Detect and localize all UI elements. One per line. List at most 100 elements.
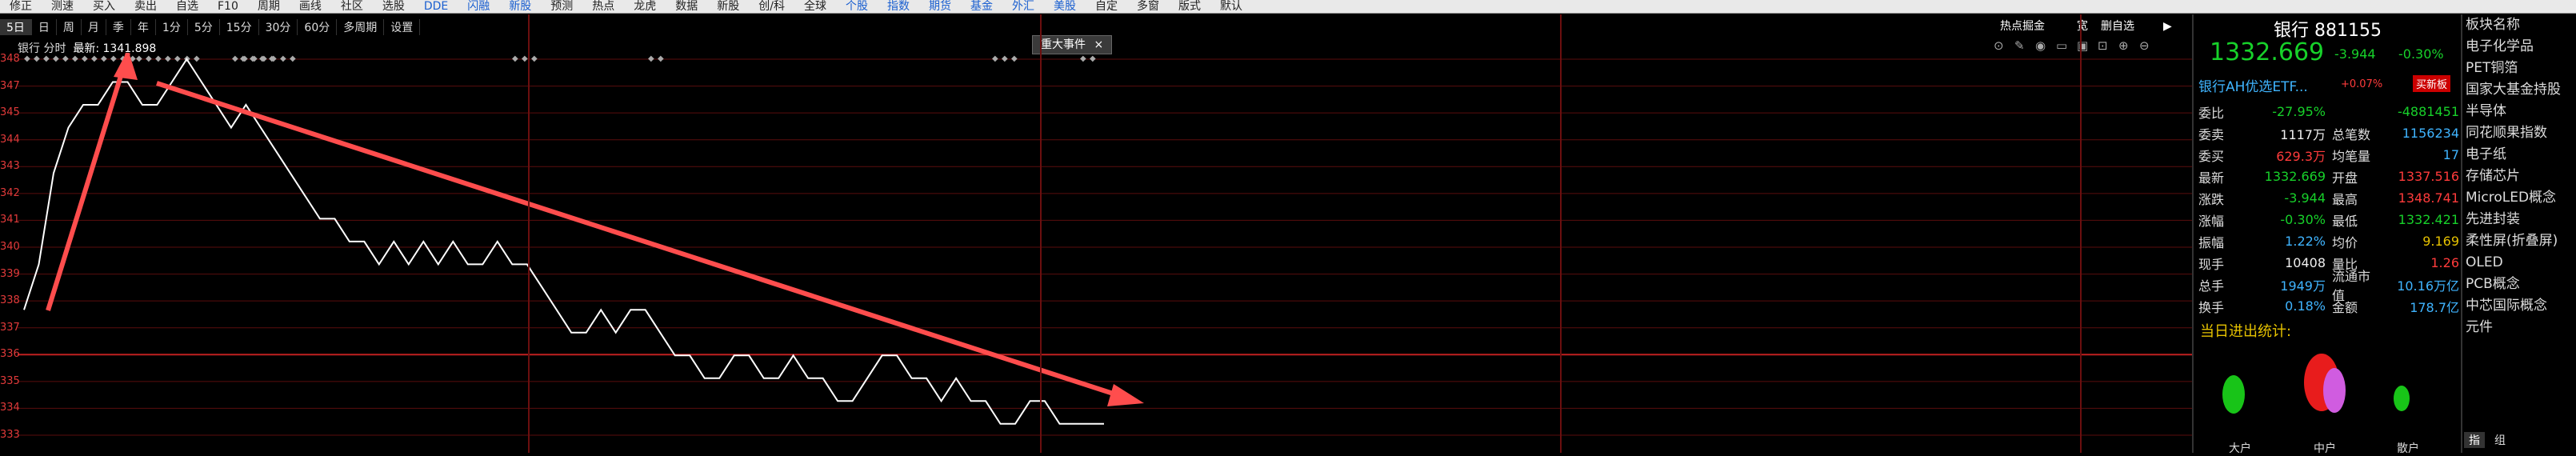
hot-gold-button[interactable]: 热点掘金	[1997, 18, 2048, 35]
expand-arrow-icon[interactable]: ▶	[2160, 18, 2175, 35]
sector-item[interactable]: 先进封装	[2462, 209, 2576, 230]
menu-item[interactable]: 选股	[373, 0, 414, 13]
event-dot: ◆	[280, 54, 286, 63]
note-icon[interactable]: ▭	[2056, 38, 2067, 53]
period-item[interactable]: 5日	[0, 19, 32, 35]
quote-row: 换手 0.18% 金额 178.7亿	[2192, 295, 2459, 317]
menu-item[interactable]: 新股	[707, 0, 749, 13]
sector-item[interactable]: 电子纸	[2462, 144, 2576, 166]
sector-header: 板块名称	[2466, 17, 2520, 33]
quote-key2: 开盘	[2332, 170, 2358, 186]
period-toolbar: 5日日周月季年 1分 5分 15分 30分 60分 多周期 设置	[0, 18, 2192, 37]
delete-watchlist-button[interactable]: 删自选	[2098, 18, 2138, 35]
event-dot: ◆	[240, 54, 246, 63]
event-dot: ◆	[194, 54, 200, 63]
menu-item[interactable]: 创/科	[749, 0, 794, 13]
quote-value2: 1.26	[2430, 255, 2459, 270]
buy-button[interactable]: 买新板	[2413, 75, 2451, 92]
sector-item[interactable]: 柔性屏(折叠屏)	[2462, 230, 2576, 252]
price-tick: 342	[0, 186, 20, 199]
period-item[interactable]: 5分	[188, 19, 220, 35]
etf-link[interactable]: 银行AH优选ETF...	[2198, 75, 2308, 95]
quote-row: 振幅 1.22% 均价 9.169	[2192, 230, 2459, 252]
sector-item[interactable]: MicroLED概念	[2462, 187, 2576, 209]
menu-item[interactable]: 自定	[1086, 0, 1127, 13]
menu-item[interactable]: 修正	[0, 0, 42, 13]
intraday-chart: ◆ ◆ ◆ ◆ ◆ ◆ ◆ ◆ ◆ ◆ ◆ ◆ ◆ ◆◆ ◆ ◆ ◆ ◆ ◆ ◆ ◆ ◆ ◆ ◆ ◆ ◆ ◆◆ ◆ ◆ ◆ ◆ ◆ ◆ ◆ ◆ ◆ ◆ ◆	[18, 53, 2192, 436]
sector-tab-index[interactable]: 指	[2464, 432, 2485, 448]
menu-item[interactable]: 卖出	[125, 0, 166, 13]
menu-item[interactable]: 数据	[666, 0, 707, 13]
menu-item[interactable]: 画线	[290, 0, 331, 13]
period-item[interactable]: 月	[82, 19, 106, 35]
menu-item[interactable]: F10	[208, 0, 248, 13]
price-tick: 336	[0, 348, 20, 361]
menu-item[interactable]: 测速	[42, 0, 83, 13]
close-icon[interactable]: ×	[1094, 38, 1103, 51]
menu-item[interactable]: 热点	[582, 0, 624, 13]
sector-list: 板块名称电子化学品 PET铜箔 国家大基金持股 半导体 同花顺果指数 电子纸 存储芯片 Mic…	[2461, 14, 2576, 453]
menu-item[interactable]: 全球	[794, 0, 836, 13]
sector-item[interactable]: OLED	[2462, 252, 2576, 274]
menu-item[interactable]: 指数	[878, 0, 919, 13]
sector-tab-group[interactable]: 组	[2490, 432, 2510, 448]
period-item[interactable]: 季	[106, 19, 131, 35]
zoom-in-icon[interactable]: ⊕	[2118, 38, 2129, 53]
menu-item[interactable]: 新股	[499, 0, 541, 13]
quote-key2: 总笔数	[2332, 126, 2371, 142]
period-item[interactable]: 15分	[220, 19, 259, 35]
menu-item[interactable]: 个股	[836, 0, 878, 13]
menu-item[interactable]: 龙虎	[624, 0, 666, 13]
menu-item[interactable]: 美股	[1044, 0, 1086, 13]
period-item[interactable]: 1分	[156, 19, 188, 35]
period-item[interactable]: 多周期	[337, 19, 385, 35]
menu-item[interactable]: 版式	[1169, 0, 1210, 13]
menu-item[interactable]: 默认	[1210, 0, 1252, 13]
period-item[interactable]: 60分	[298, 19, 338, 35]
menu-item[interactable]: 多窗	[1127, 0, 1169, 13]
eye-icon[interactable]: ◉	[2035, 38, 2046, 53]
menu-item[interactable]: 社区	[331, 0, 373, 13]
menu-item[interactable]: 外汇	[1002, 0, 1044, 13]
period-item[interactable]: 30分	[259, 19, 298, 35]
sector-item[interactable]: 国家大基金持股	[2462, 79, 2576, 101]
menu-item[interactable]: 自选	[166, 0, 208, 13]
sector-item[interactable]: 元件	[2462, 317, 2576, 338]
menu-item[interactable]: 期货	[919, 0, 961, 13]
menu-item[interactable]: 买入	[83, 0, 125, 13]
quote-key: 委比	[2198, 105, 2225, 121]
menu-item[interactable]: 周期	[248, 0, 290, 13]
sector-item[interactable]: 存储芯片	[2462, 166, 2576, 187]
period-item[interactable]: 日	[32, 19, 57, 35]
quote-key2: 均笔量	[2332, 148, 2371, 164]
sector-item[interactable]: 半导体	[2462, 101, 2576, 122]
wide-button[interactable]: 宽	[2074, 18, 2091, 35]
period-item[interactable]: 周	[57, 19, 82, 35]
event-dot: ◆	[250, 54, 256, 63]
sector-item[interactable]: PCB概念	[2462, 274, 2576, 295]
menu-item[interactable]: 闪融	[458, 0, 499, 13]
major-event-tab[interactable]: 重大事件 ×	[1032, 35, 1113, 54]
expand-icon[interactable]: ⊡	[2098, 38, 2108, 53]
menu-item[interactable]: 预测	[541, 0, 582, 13]
period-item[interactable]: 年	[131, 19, 156, 35]
price-tick: 335	[0, 374, 20, 387]
quote-value2: 1156234	[2402, 126, 2459, 141]
zoom-out-icon[interactable]: ⊖	[2139, 38, 2150, 53]
lock-icon[interactable]: ▣	[2077, 38, 2088, 53]
sector-item[interactable]: 中芯国际概念	[2462, 295, 2576, 317]
menu-item[interactable]: DDE	[414, 0, 458, 13]
pen-icon[interactable]: ✎	[2014, 38, 2025, 53]
settings-icon[interactable]: ⊙	[1994, 38, 2004, 53]
quote-key: 涨幅	[2198, 213, 2225, 229]
quote-key2: 均价	[2332, 234, 2358, 250]
sector-item[interactable]: 电子化学品	[2462, 36, 2576, 58]
event-dot: ◆	[165, 54, 171, 63]
menu-item[interactable]: 基金	[961, 0, 1002, 13]
sector-item[interactable]: PET铜箔	[2462, 58, 2576, 79]
trend-arrowhead-down	[1107, 384, 1144, 406]
quote-key: 现手	[2198, 256, 2225, 272]
quote-value2: 9.169	[2422, 234, 2459, 249]
sector-item[interactable]: 同花顺果指数	[2462, 122, 2576, 144]
period-item[interactable]: 设置	[384, 19, 421, 35]
